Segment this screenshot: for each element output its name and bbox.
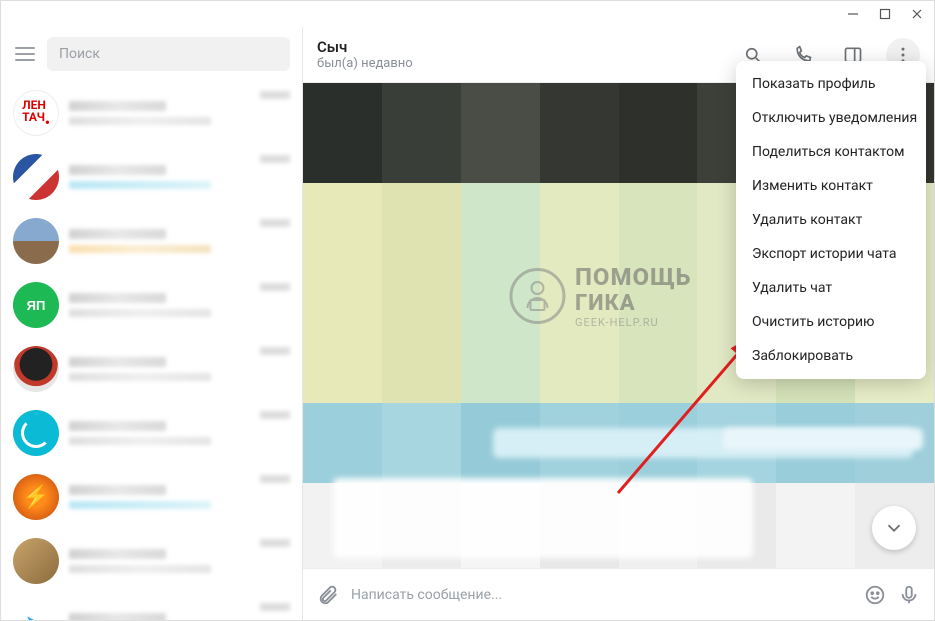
window-maximize[interactable] xyxy=(874,3,896,25)
menu-export-history[interactable]: Экспорт истории чата xyxy=(736,237,926,271)
menu-delete-chat[interactable]: Удалить чат xyxy=(736,271,926,305)
chat-area: Сыч был(а) недавно xyxy=(303,27,934,620)
avatar xyxy=(13,538,59,584)
avatar xyxy=(13,346,59,392)
chat-status: был(а) недавно xyxy=(317,56,413,71)
avatar xyxy=(13,410,59,456)
menu-share-contact[interactable]: Поделиться контактом xyxy=(736,135,926,169)
menu-mute[interactable]: Отключить уведомления xyxy=(736,101,926,135)
menu-icon[interactable] xyxy=(13,42,37,66)
chat-list-item[interactable]: ЛЕНТАЧ● xyxy=(1,81,302,145)
attach-icon[interactable] xyxy=(317,584,339,606)
avatar: ⚡ xyxy=(13,474,59,520)
chat-list-item[interactable] xyxy=(1,401,302,465)
search-field[interactable] xyxy=(47,37,290,71)
menu-edit-contact[interactable]: Изменить контакт xyxy=(736,169,926,203)
window-close[interactable] xyxy=(906,3,928,25)
avatar: ЛЕНТАЧ● xyxy=(13,90,59,136)
menu-clear-history[interactable]: Очистить историю xyxy=(736,305,926,339)
avatar: ЯП xyxy=(13,282,59,328)
chat-list-item[interactable] xyxy=(1,145,302,209)
message-input[interactable] xyxy=(351,587,852,603)
window-minimize[interactable] xyxy=(842,3,864,25)
chat-list-item[interactable] xyxy=(1,593,302,620)
menu-block[interactable]: Заблокировать xyxy=(736,339,926,373)
scroll-to-bottom[interactable] xyxy=(872,506,916,550)
chat-list: ЛЕНТАЧ● ЯП xyxy=(1,81,302,620)
sidebar: ЛЕНТАЧ● ЯП xyxy=(1,27,303,620)
chat-list-item[interactable]: ⚡ xyxy=(1,465,302,529)
avatar xyxy=(13,218,59,264)
chat-list-item[interactable] xyxy=(1,337,302,401)
menu-delete-contact[interactable]: Удалить контакт xyxy=(736,203,926,237)
chat-list-item[interactable] xyxy=(1,529,302,593)
voice-icon[interactable] xyxy=(898,584,920,606)
message-composer xyxy=(303,568,934,620)
chat-list-item[interactable]: ЯП xyxy=(1,273,302,337)
search-input[interactable] xyxy=(59,46,278,62)
chat-list-item[interactable] xyxy=(1,209,302,273)
chat-options-menu: Показать профиль Отключить уведомления П… xyxy=(736,61,926,379)
avatar xyxy=(13,602,59,620)
window-titlebar xyxy=(1,1,934,27)
avatar xyxy=(13,154,59,200)
chat-title: Сыч xyxy=(317,38,413,56)
menu-show-profile[interactable]: Показать профиль xyxy=(736,67,926,101)
emoji-icon[interactable] xyxy=(864,584,886,606)
